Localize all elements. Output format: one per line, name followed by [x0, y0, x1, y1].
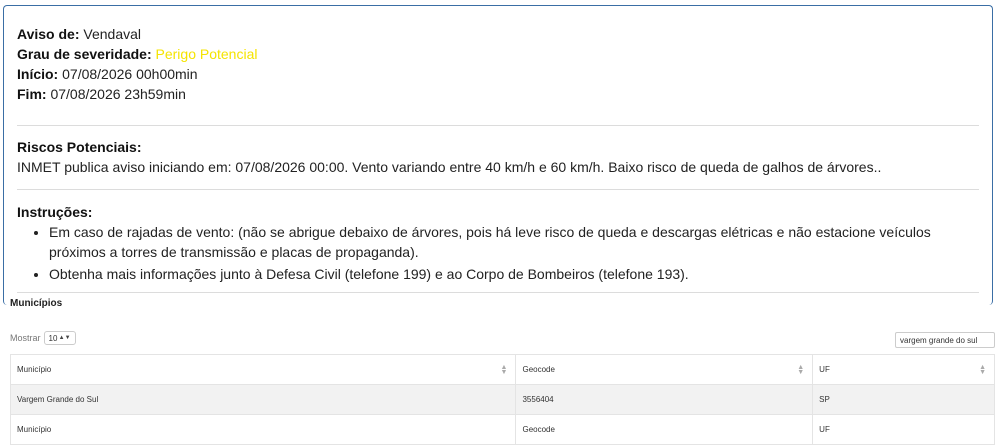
column-header-municipio[interactable]: Município ▲ ▼ [9, 354, 517, 385]
column-header-label: Município [17, 365, 52, 374]
inicio-line: Início: 07/08/2026 00h00min [17, 64, 979, 84]
fim-label: Fim: [17, 86, 47, 102]
page-length-control: Mostrar 10 ▲▼ [10, 331, 76, 345]
table-row[interactable]: Vargem Grande do Sul 3556404 SP [9, 384, 995, 415]
updown-caret-icon: ▲▼ [58, 335, 71, 341]
severidade-line: Grau de severidade: Perigo Potencial [17, 44, 979, 64]
divider [17, 125, 979, 126]
column-header-uf[interactable]: UF ▲ ▼ [812, 354, 995, 385]
severidade-value: Perigo Potencial [155, 46, 258, 62]
table-footer-row: Município Geocode UF [9, 414, 995, 445]
instrucoes-list: Em caso de rajadas de vento: (não se abr… [17, 222, 979, 284]
footer-geocode: Geocode [515, 414, 814, 445]
municipios-title: Municípios [10, 298, 63, 309]
aviso-value: Vendaval [83, 26, 141, 42]
sort-icon: ▲ ▼ [500, 364, 508, 376]
alert-card: Aviso de: Vendaval Grau de severidade: P… [3, 5, 993, 305]
mostrar-label: Mostrar [10, 333, 41, 343]
instrucao-item: Em caso de rajadas de vento: (não se abr… [49, 222, 979, 262]
fim-value: 07/08/2026 23h59min [50, 86, 186, 102]
inicio-value: 07/08/2026 00h00min [62, 66, 198, 82]
search-input[interactable] [895, 332, 995, 348]
inicio-label: Início: [17, 66, 59, 82]
divider [17, 189, 979, 190]
municipios-table: Município ▲ ▼ Geocode ▲ ▼ UF ▲ ▼ Vargem Gra… [9, 354, 995, 445]
column-header-label: Geocode [522, 365, 555, 374]
footer-municipio: Município [9, 414, 517, 445]
sort-icon: ▲ ▼ [797, 364, 805, 376]
riscos-text: INMET publica aviso iniciando em: 07/08/… [17, 159, 882, 175]
page-length-select[interactable]: 10 ▲▼ [43, 331, 76, 345]
fim-line: Fim: 07/08/2026 23h59min [17, 84, 979, 104]
aviso-label: Aviso de: [17, 26, 80, 42]
riscos-title: Riscos Potenciais: [17, 139, 142, 155]
cell-uf: SP [812, 384, 995, 415]
severidade-label: Grau de severidade: [17, 46, 152, 62]
instrucoes-section: Instruções: Em caso de rajadas de vento:… [17, 202, 979, 284]
instrucoes-title: Instruções: [17, 204, 93, 220]
instrucao-item: Obtenha mais informações junto à Defesa … [49, 264, 979, 284]
footer-uf: UF [812, 414, 995, 445]
page-length-value: 10 [48, 333, 58, 343]
divider [17, 292, 979, 293]
sort-icon: ▲ ▼ [979, 364, 986, 376]
cell-municipio: Vargem Grande do Sul [9, 384, 517, 415]
cell-geocode: 3556404 [515, 384, 814, 415]
aviso-line: Aviso de: Vendaval [17, 24, 979, 44]
column-header-geocode[interactable]: Geocode ▲ ▼ [515, 354, 814, 385]
table-header-row: Município ▲ ▼ Geocode ▲ ▼ UF ▲ ▼ [9, 354, 995, 385]
riscos-section: Riscos Potenciais: INMET publica aviso i… [17, 137, 979, 177]
column-header-label: UF [819, 365, 830, 374]
